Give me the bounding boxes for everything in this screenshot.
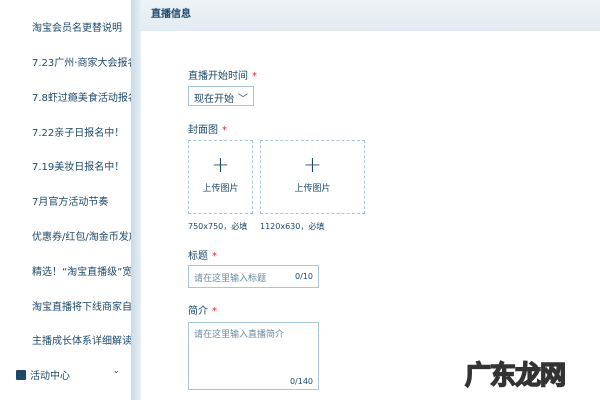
cover-hint-wide: 1120x630，必填	[260, 222, 325, 231]
plus-icon: +	[303, 153, 322, 178]
watermark: 广东龙网	[464, 360, 567, 392]
upload-cover-wide[interactable]: + 上传图片	[260, 140, 365, 214]
sidebar-item[interactable]: 精选！“淘宝直播级”宽带:	[32, 263, 131, 278]
page-title: 直播信息	[151, 9, 191, 20]
char-count: 0/10	[295, 272, 313, 281]
plus-icon: +	[211, 153, 230, 178]
live-info-form: 直播开始时间 * 现在开始 ﹀ 封面图 * + 上传图片 + 上传图片 750x750…	[141, 31, 600, 400]
sidebar: 淘宝会员名更替说明 7.23广州·商家大会报名 7.8虾过瘾美食活动报名 7.2…	[0, 0, 131, 400]
start-time-select[interactable]: 现在开始 ﹀	[188, 86, 254, 106]
placeholder: 请在这里输入标题	[194, 274, 267, 284]
sidebar-item[interactable]: 7.22亲子日报名中！	[32, 124, 124, 139]
upload-label: 上传图片	[294, 184, 331, 194]
upload-label: 上传图片	[202, 184, 239, 194]
sidebar-item[interactable]: 7月官方活动节奏	[32, 193, 108, 208]
intro-label: 简介 *	[188, 306, 217, 317]
chevron-down-icon[interactable]: ⌄	[113, 366, 120, 375]
start-time-label: 直播开始时间 *	[188, 71, 257, 82]
page-header: 直播信息	[141, 0, 600, 31]
sidebar-item[interactable]: 淘宝会员名更替说明	[32, 19, 122, 34]
char-count: 0/140	[289, 377, 313, 386]
calendar-icon	[16, 369, 26, 380]
sidebar-item[interactable]: 淘宝直播将下线商家自有	[32, 298, 131, 313]
sidebar-item[interactable]: 7.19美妆日报名中！	[32, 158, 124, 173]
intro-textarea[interactable]: 请在这里输入直播简介 0/140	[188, 322, 319, 390]
placeholder: 请在这里输入直播简介	[194, 330, 285, 340]
title-label: 标题 *	[188, 251, 217, 262]
sidebar-section-activity-center[interactable]: 活动中心	[16, 367, 70, 382]
divider	[131, 0, 141, 400]
sidebar-item[interactable]: 7.8虾过瘾美食活动报名	[32, 89, 131, 104]
title-input[interactable]: 请在这里输入标题 0/10	[188, 265, 319, 288]
select-value: 现在开始	[194, 94, 234, 105]
sidebar-item[interactable]: 优惠券/红包/淘金币发放	[32, 228, 131, 243]
upload-cover-square[interactable]: + 上传图片	[188, 140, 253, 214]
cover-hint-square: 750x750，必填	[188, 222, 248, 231]
cover-label: 封面图 *	[188, 125, 227, 136]
sidebar-item[interactable]: 7.23广州·商家大会报名	[32, 54, 131, 69]
section-label: 活动中心	[30, 371, 70, 382]
chevron-down-icon: ﹀	[238, 94, 248, 105]
sidebar-item[interactable]: 主播成长体系详细解读！	[32, 332, 131, 347]
